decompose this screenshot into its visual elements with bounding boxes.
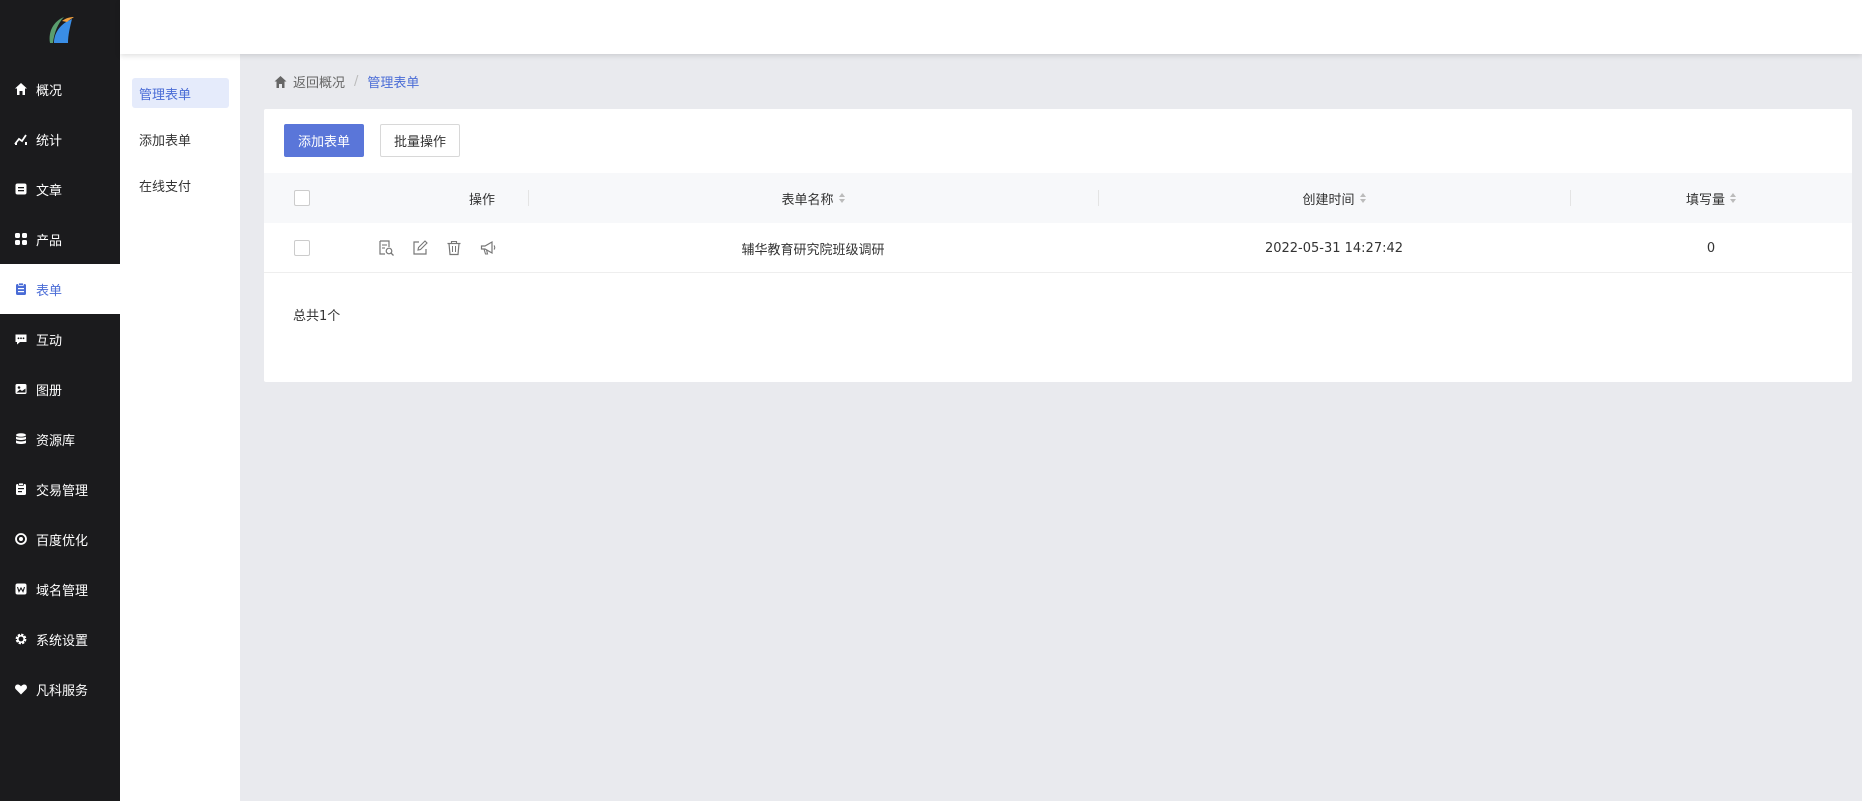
fill-count: 0 (1706, 240, 1716, 256)
breadcrumb-separator: / (354, 74, 359, 89)
sidebar-item-article[interactable]: 文章 (0, 164, 120, 214)
domain-icon (13, 581, 29, 597)
select-all-checkbox[interactable] (294, 190, 310, 206)
image-icon (13, 381, 29, 397)
submenu-item-label: 在线支付 (139, 179, 192, 195)
grid-icon (13, 231, 29, 247)
header-form-name[interactable]: 表单名称 (528, 173, 1098, 223)
article-icon (13, 181, 29, 197)
table-header: 操作 表单名称 创建时间 填写量 (264, 173, 1852, 223)
cell-fill-count: 0 (1570, 223, 1852, 273)
home-icon (274, 75, 287, 88)
sidebar-item-product[interactable]: 产品 (0, 214, 120, 264)
sort-icon[interactable] (838, 193, 845, 203)
gear-icon (13, 631, 29, 647)
breadcrumb-back-link[interactable]: 返回概况 (273, 72, 345, 91)
sidebar-item-overview[interactable]: 概况 (0, 64, 120, 114)
sidebar-item-label: 资源库 (36, 433, 76, 449)
promote-icon[interactable] (479, 239, 497, 257)
table-row: 辅华教育研究院班级调研 2022-05-31 14:27:42 0 (264, 223, 1852, 273)
created-time: 2022-05-31 14:27:42 (1264, 240, 1404, 256)
row-select-cell (292, 223, 312, 273)
chat-icon (13, 331, 29, 347)
header-fill-count-label: 填写量 (1685, 192, 1725, 208)
sidebar-item-settings[interactable]: 系统设置 (0, 614, 120, 664)
sort-icon[interactable] (1359, 193, 1366, 203)
header-created-time-label: 创建时间 (1302, 192, 1355, 208)
order-icon (13, 481, 29, 497)
sidebar-item-label: 百度优化 (36, 533, 89, 549)
sub-menu: 管理表单 添加表单 在线支付 (120, 54, 240, 801)
total-count: 总共1个 (293, 309, 341, 324)
cell-created-time: 2022-05-31 14:27:42 (1098, 223, 1570, 273)
sidebar-item-resources[interactable]: 资源库 (0, 414, 120, 464)
top-header (120, 0, 1862, 54)
select-all-cell (292, 173, 312, 223)
sidebar-item-label: 系统设置 (36, 633, 89, 649)
batch-operation-button[interactable]: 批量操作 (380, 124, 460, 157)
header-form-name-label: 表单名称 (781, 192, 834, 208)
sidebar-item-label: 凡科服务 (36, 683, 89, 699)
sidebar-item-stats[interactable]: 统计 (0, 114, 120, 164)
submenu-item-online-payment[interactable]: 在线支付 (132, 170, 229, 200)
sidebar-item-label: 概况 (36, 83, 63, 99)
sidebar-item-label: 交易管理 (36, 483, 89, 499)
sort-icon[interactable] (1730, 193, 1736, 203)
submenu-item-label: 管理表单 (139, 87, 192, 103)
submenu-item-label: 添加表单 (139, 133, 192, 149)
logo[interactable] (0, 0, 120, 58)
sidebar-item-label: 文章 (36, 183, 63, 199)
row-checkbox[interactable] (294, 240, 310, 256)
heart-icon (13, 681, 29, 697)
delete-icon[interactable] (445, 239, 463, 257)
header-fill-count[interactable]: 填写量 (1570, 173, 1852, 223)
sidebar-item-label: 互动 (36, 333, 63, 349)
sidebar-item-label: 统计 (36, 133, 63, 149)
sidebar-item-service[interactable]: 凡科服务 (0, 664, 120, 714)
edit-icon[interactable] (411, 239, 429, 257)
preview-icon[interactable] (377, 239, 395, 257)
sidebar-item-label: 表单 (36, 283, 63, 299)
sidebar-item-label: 产品 (36, 233, 63, 249)
breadcrumb-back-label: 返回概况 (293, 76, 346, 91)
form-name: 辅华教育研究院班级调研 (741, 242, 885, 258)
sidebar-item-interaction[interactable]: 互动 (0, 314, 120, 364)
add-form-button[interactable]: 添加表单 (284, 124, 364, 157)
clipboard-icon (13, 281, 29, 297)
form-list-panel: 添加表单 批量操作 操作 表单名称 创建时间 填写量 辅华教育研究院班级调研 2… (264, 109, 1852, 382)
sidebar-item-label: 域名管理 (36, 583, 89, 599)
stats-icon (13, 131, 29, 147)
seo-icon (13, 531, 29, 547)
home-icon (13, 81, 29, 97)
sidebar-item-transactions[interactable]: 交易管理 (0, 464, 120, 514)
header-actions-label: 操作 (468, 192, 495, 208)
breadcrumb-current: 管理表单 (367, 76, 420, 91)
submenu-item-manage-forms[interactable]: 管理表单 (132, 78, 229, 108)
header-created-time[interactable]: 创建时间 (1098, 173, 1570, 223)
sidebar-item-domain[interactable]: 域名管理 (0, 564, 120, 614)
cell-form-name[interactable]: 辅华教育研究院班级调研 (528, 223, 1098, 273)
sidebar-item-album[interactable]: 图册 (0, 364, 120, 414)
sidebar-item-seo[interactable]: 百度优化 (0, 514, 120, 564)
sidebar-item-form[interactable]: 表单 (0, 264, 120, 314)
logo-icon (49, 17, 74, 43)
breadcrumb: 返回概况 / 管理表单 (273, 72, 419, 91)
database-icon (13, 431, 29, 447)
sidebar-item-label: 图册 (36, 383, 63, 399)
main-sidebar: 概况 统计 文章 产品 表单 互动 图册 资源库 交易管理 百度优化 域名管理 … (0, 0, 120, 801)
submenu-item-add-form[interactable]: 添加表单 (132, 124, 229, 154)
